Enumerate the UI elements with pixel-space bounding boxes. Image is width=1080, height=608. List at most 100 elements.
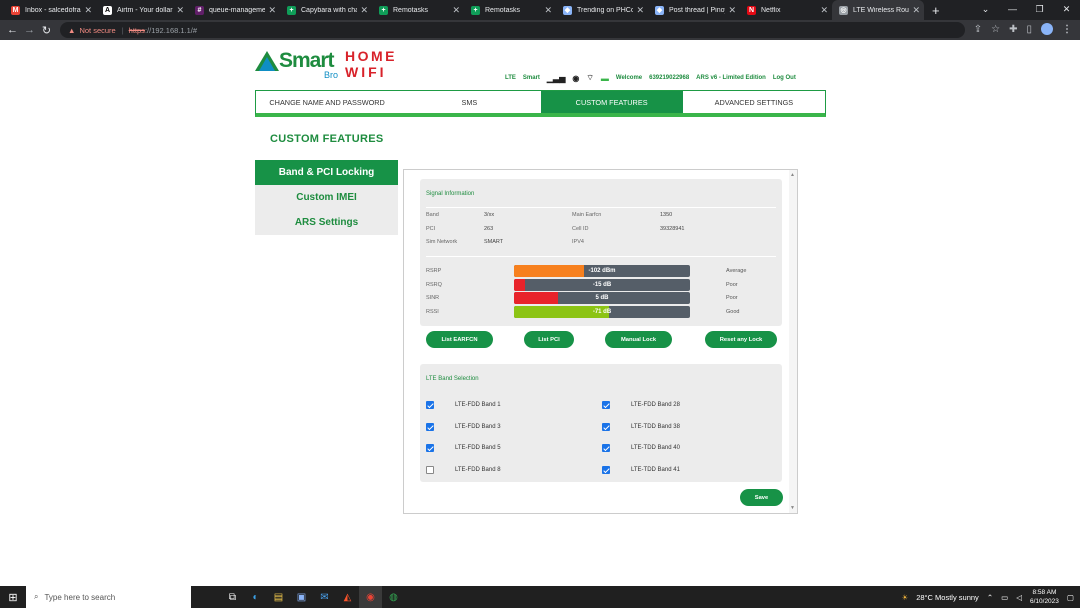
band-checkbox-row[interactable]: LTE-TDD Band 41 [602,465,680,474]
band-checkbox-row[interactable]: LTE-FDD Band 1 [426,401,501,409]
band-checkbox[interactable] [602,444,610,452]
notifications-icon[interactable]: ▢ [1067,593,1074,602]
sidebar-icon[interactable]: ▯ [1026,24,1032,35]
browser-tab[interactable]: + Remotasks ✕ [372,0,464,20]
tray-chevron-icon[interactable]: ⌃ [987,593,993,602]
tab-search-icon[interactable]: ⌄ [972,0,999,18]
weather-icon[interactable]: ☀ [901,593,908,602]
browser-tab[interactable]: ◎ LTE Wireless Route ✕ [832,0,924,20]
signal-meter-row: SINR 5 dB Poor [420,292,782,304]
band-checkbox[interactable] [426,401,434,409]
roaming-icon: ◉ [572,73,580,83]
nav-tab[interactable]: CUSTOM FEATURES [540,91,683,113]
browser-tab[interactable]: ◆ Post thread | Pinoy ✕ [648,0,740,20]
brave-icon[interactable]: ◭ [336,586,359,608]
warning-icon[interactable]: ▲ [68,26,75,35]
band-checkbox-row[interactable]: LTE-FDD Band 28 [602,401,680,409]
browser-tab[interactable]: ◆ Trending on PHCor ✕ [556,0,648,20]
extensions-icon[interactable]: ✚ [1009,24,1017,35]
mail-icon[interactable]: ✉ [313,586,336,608]
chrome-icon[interactable]: ◉ [359,586,382,608]
url-text: ://192.168.1.1/# [144,25,198,35]
nav-tab[interactable]: SMS [398,91,540,113]
list-earfcn-button[interactable]: List EARFCN [426,331,493,348]
manual-lock-button[interactable]: Manual Lock [605,331,672,348]
sms-icon: ▬ [600,73,609,83]
windows-start-icon[interactable]: ⊞ [0,591,26,604]
taskbar-search-placeholder: Type here to search [44,592,116,602]
close-tab-icon[interactable]: ✕ [360,5,368,16]
logout-link[interactable]: Log Out [773,75,796,81]
browser-tab-title: Airtm - Your dollar [117,6,173,14]
edge-icon[interactable]: ◐ [244,586,267,608]
volume-icon[interactable]: ◁ [1016,593,1022,602]
close-tab-icon[interactable]: ✕ [820,5,828,16]
scroll-down-icon[interactable]: ▼ [790,505,795,511]
close-window-button[interactable]: ✕ [1053,0,1080,18]
browser-tab[interactable]: + Remotasks ✕ [464,0,556,20]
close-tab-icon[interactable]: ✕ [912,5,920,16]
browser-tab[interactable]: M Inbox - salcedofra ✕ [4,0,96,20]
close-tab-icon[interactable]: ✕ [268,5,276,16]
band-checkbox[interactable] [602,422,610,431]
network-icon[interactable]: ▭ [1001,593,1008,602]
band-checkbox[interactable] [602,401,610,409]
new-tab-button[interactable]: + [932,3,940,18]
menu-kebab-icon[interactable]: ⋮ [1062,24,1072,35]
signal-meter-label: RSRQ [426,281,442,288]
band-checkbox[interactable] [602,465,610,474]
browser-tab[interactable]: A Airtm - Your dollar ✕ [96,0,188,20]
clock[interactable]: 8:58 AM 6/10/2023 [1030,588,1059,606]
nav-tab[interactable]: ADVANCED SETTINGS [683,91,825,113]
share-icon[interactable]: ⇪ [974,24,982,35]
save-button[interactable]: Save [740,489,783,506]
not-secure-label[interactable]: Not secure [79,26,115,35]
task-view-icon[interactable]: ⧉ [221,586,244,608]
browser-tab[interactable]: # queue-management ✕ [188,0,280,20]
reset-lock-button[interactable]: Reset any Lock [705,331,777,348]
close-tab-icon[interactable]: ✕ [636,5,644,16]
close-tab-icon[interactable]: ✕ [728,5,736,16]
close-tab-icon[interactable]: ✕ [452,5,460,16]
bookmark-star-icon[interactable]: ☆ [991,24,1000,35]
system-tray: ☀ 28°C Mostly sunny ⌃ ▭ ◁ 8:58 AM 6/10/2… [901,586,1074,608]
taskbar-search-box[interactable]: ⌕ Type here to search [26,586,191,608]
band-checkbox[interactable] [426,444,434,452]
band-checkbox-row[interactable]: LTE-FDD Band 5 [426,444,501,452]
minimize-button[interactable]: — [999,0,1026,18]
weather-text[interactable]: 28°C Mostly sunny [916,593,979,602]
omnibox[interactable]: ▲ Not secure | https ://192.168.1.1/# [60,22,965,38]
reload-button[interactable]: ↻ [38,24,55,37]
app-icon[interactable]: ◍ [382,586,405,608]
address-bar-row: ← → ↻ ▲ Not secure | https ://192.168.1.… [0,20,1080,40]
side-menu-item[interactable]: Custom IMEI [255,185,398,210]
band-checkbox[interactable] [426,465,434,474]
band-checkbox-row[interactable]: LTE-TDD Band 40 [602,444,680,452]
list-pci-button[interactable]: List PCI [524,331,574,348]
close-tab-icon[interactable]: ✕ [544,5,552,16]
nav-tab[interactable]: CHANGE NAME AND PASSWORD [256,91,398,113]
store-icon[interactable]: ▣ [290,586,313,608]
side-menu-item[interactable]: Band & PCI Locking [255,160,398,185]
band-checkbox[interactable] [426,422,434,431]
window-controls: ⌄ — ❐ ✕ [972,0,1080,18]
close-tab-icon[interactable]: ✕ [176,5,184,16]
file-explorer-icon[interactable]: ▤ [267,586,290,608]
scroll-up-icon[interactable]: ▲ [790,172,795,178]
signal-meter-value: -71 dB [592,308,612,315]
forward-button[interactable]: → [21,24,38,36]
smart-bro-home-wifi-logo: Smart Bro HOME WIFI [255,49,400,83]
side-menu-item[interactable]: ARS Settings [255,210,398,235]
band-checkbox-row[interactable]: LTE-TDD Band 38 [602,422,680,431]
maximize-button[interactable]: ❐ [1026,0,1053,18]
band-selection-title: LTE Band Selection [426,376,479,382]
profile-avatar[interactable] [1041,23,1053,35]
browser-tab[interactable]: N Netflix ✕ [740,0,832,20]
back-button[interactable]: ← [4,24,21,36]
band-checkbox-row[interactable]: LTE-FDD Band 8 [426,465,501,474]
info-value: SMART [484,239,504,245]
scrollbar[interactable]: ▲ ▼ [789,170,797,513]
browser-tab[interactable]: + Capybara with cha ✕ [280,0,372,20]
close-tab-icon[interactable]: ✕ [84,5,92,16]
band-checkbox-row[interactable]: LTE-FDD Band 3 [426,422,501,431]
